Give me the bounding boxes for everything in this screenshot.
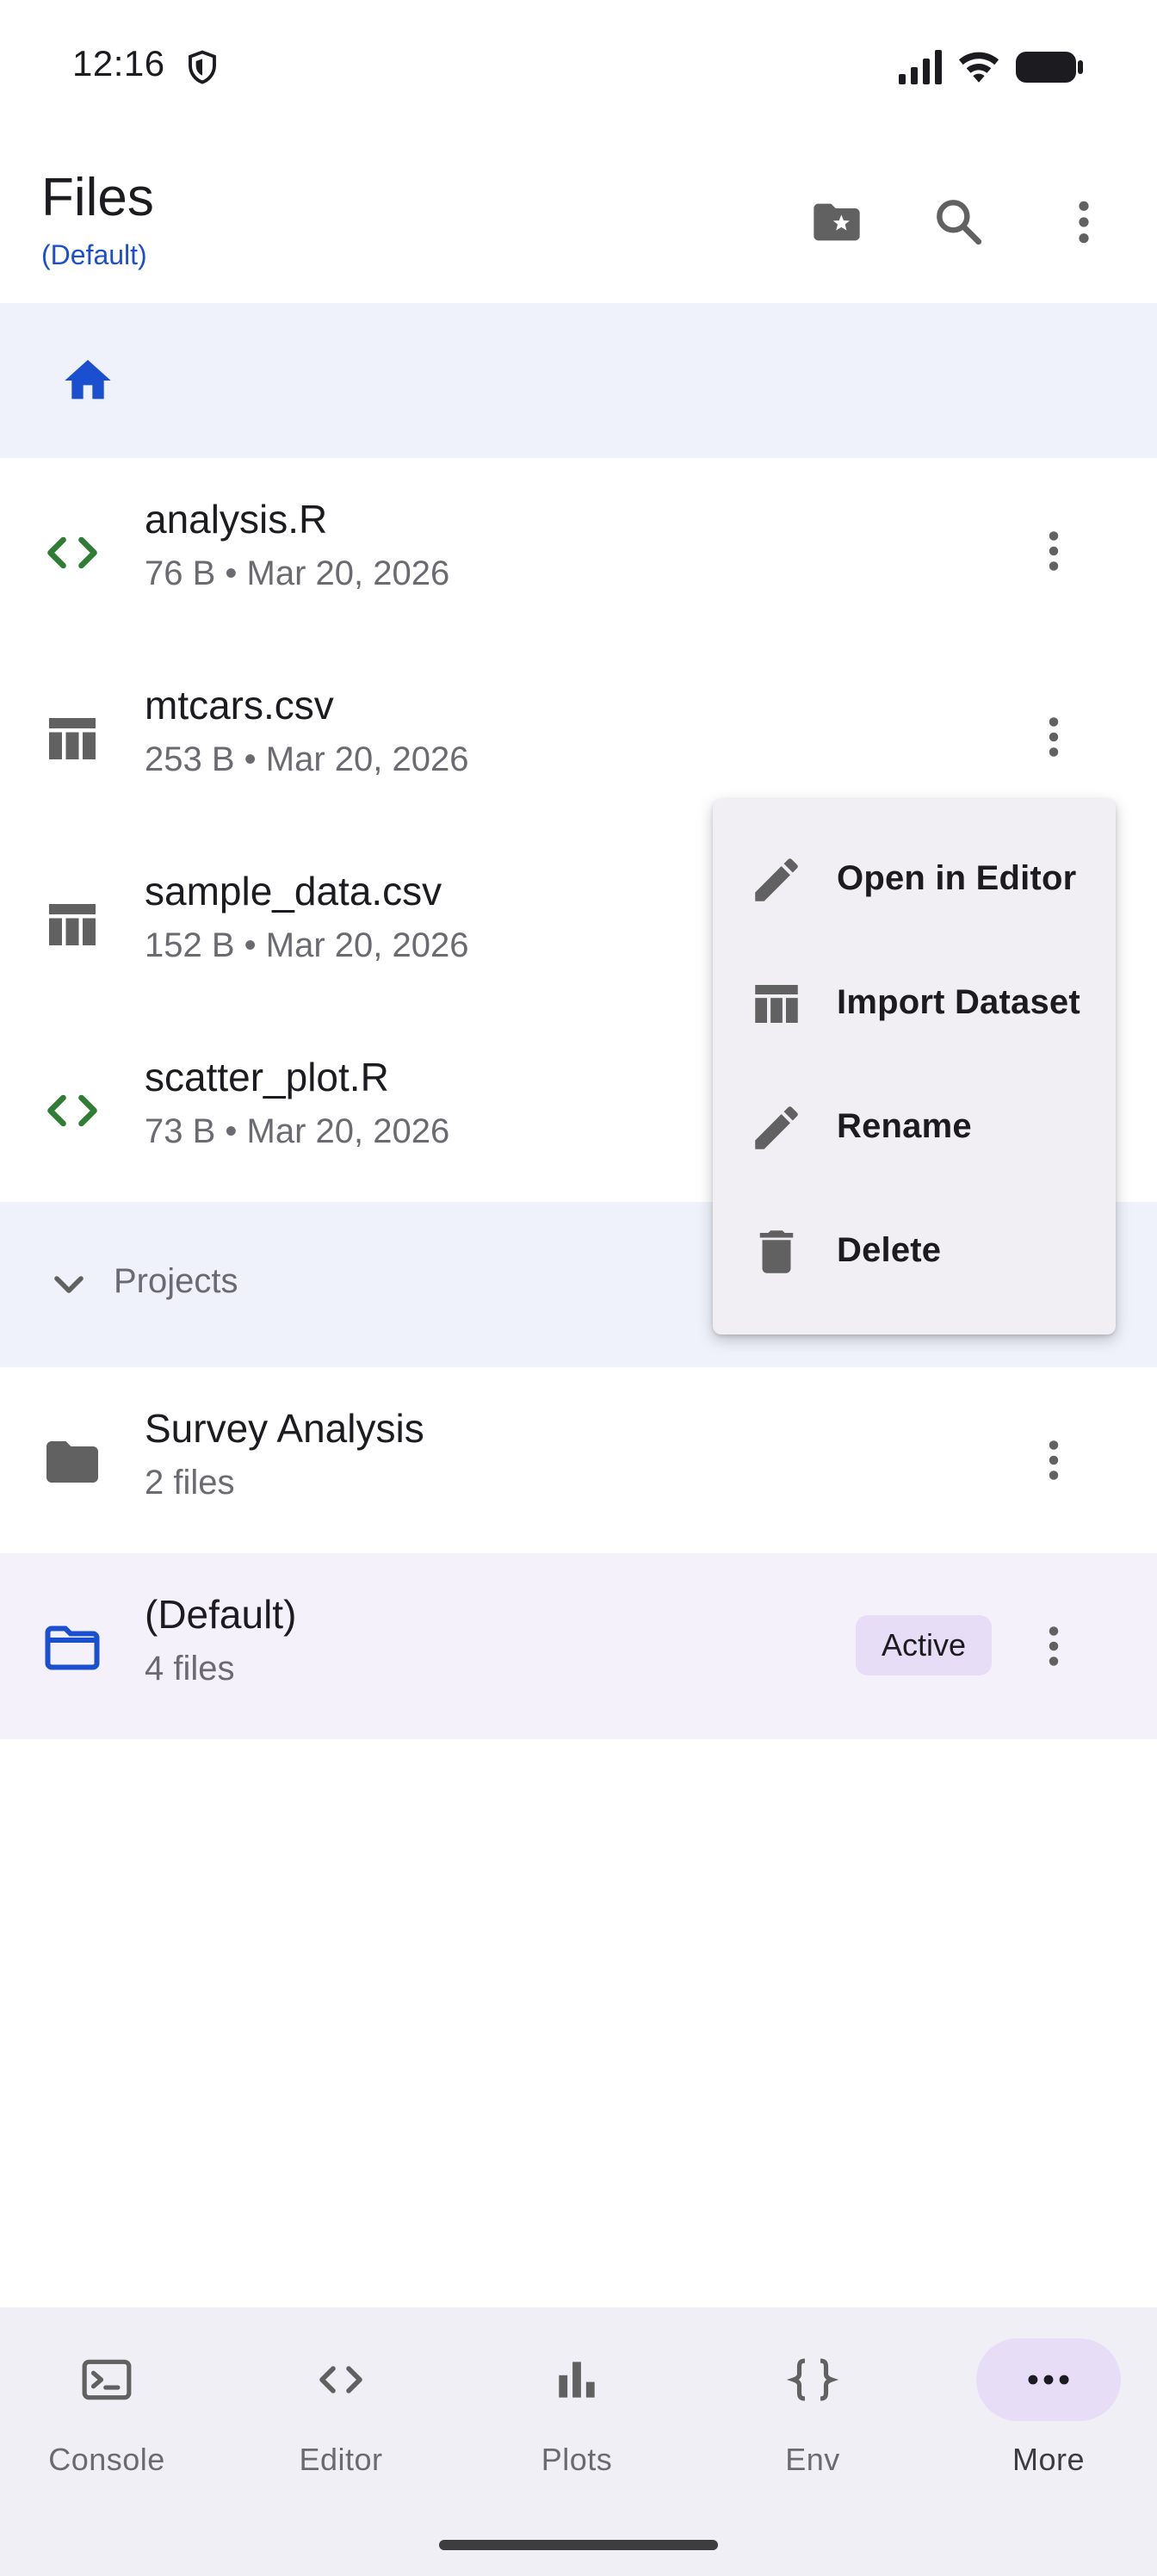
folder-icon <box>40 1429 105 1495</box>
nav-more[interactable]: More <box>945 2338 1152 2511</box>
project-row-active[interactable]: (Default) 4 files Active <box>0 1553 1157 1739</box>
nav-plots[interactable]: Plots <box>473 2338 680 2511</box>
more-vert-icon <box>1079 201 1089 244</box>
menu-item-label: Open in Editor <box>837 859 1077 897</box>
nav-console[interactable]: Console <box>3 2338 210 2511</box>
menu-item-label: Import Dataset <box>837 983 1080 1021</box>
project-menu-button[interactable] <box>1012 1605 1095 1687</box>
home-breadcrumb-button[interactable] <box>45 337 131 424</box>
file-name: scatter_plot.R <box>145 1055 389 1099</box>
file-menu-button[interactable] <box>1012 696 1095 778</box>
current-project-subtitle[interactable]: (Default) <box>41 239 147 271</box>
delete-icon <box>746 1221 807 1283</box>
file-meta: 253 B • Mar 20, 2026 <box>145 740 469 778</box>
nav-label: Env <box>785 2442 840 2477</box>
menu-item-open-in-editor[interactable]: Open in Editor <box>713 818 1116 942</box>
status-time: 12:16 <box>72 43 165 84</box>
menu-item-label: Delete <box>837 1231 942 1269</box>
edit-icon <box>746 849 807 911</box>
overflow-menu-button[interactable] <box>1043 181 1125 263</box>
nav-pill <box>269 2338 413 2421</box>
code-icon <box>319 2366 362 2393</box>
file-meta: 73 B • Mar 20, 2026 <box>145 1112 450 1150</box>
nav-editor[interactable]: Editor <box>238 2338 444 2511</box>
home-icon <box>65 360 111 399</box>
project-row[interactable]: Survey Analysis 2 files <box>0 1367 1157 1553</box>
breadcrumb <box>0 303 1157 458</box>
project-menu-button[interactable] <box>1012 1419 1095 1502</box>
more-vert-icon <box>1049 1626 1059 1666</box>
nav-label: More <box>1012 2442 1086 2477</box>
search-icon <box>937 200 982 245</box>
code-icon <box>40 520 105 585</box>
nav-pill-selected <box>976 2338 1121 2421</box>
file-menu-button[interactable] <box>1012 510 1095 592</box>
bar-chart-icon <box>559 2362 595 2398</box>
active-badge: Active <box>856 1615 992 1675</box>
menu-item-import-dataset[interactable]: Import Dataset <box>713 942 1116 1066</box>
file-name: sample_data.csv <box>145 869 442 913</box>
code-icon <box>40 1078 105 1143</box>
file-meta: 152 B • Mar 20, 2026 <box>145 926 469 964</box>
table-icon <box>40 892 105 957</box>
nav-env[interactable]: Env <box>709 2338 916 2511</box>
edit-icon <box>746 1097 807 1159</box>
braces-icon <box>786 2358 839 2401</box>
shield-icon <box>189 50 216 84</box>
project-meta: 4 files <box>145 1650 235 1687</box>
file-name: mtcars.csv <box>145 683 334 728</box>
menu-item-delete[interactable]: Delete <box>713 1190 1116 1314</box>
starred-folder-icon <box>814 203 860 241</box>
menu-item-rename[interactable]: Rename <box>713 1066 1116 1190</box>
project-name: (Default) <box>145 1592 297 1637</box>
battery-icon <box>1016 52 1083 83</box>
file-name: analysis.R <box>145 497 328 542</box>
status-bar: 12:16 <box>0 0 1157 138</box>
app-bar: Files (Default) <box>0 138 1157 303</box>
page-title: Files <box>41 168 154 227</box>
more-vert-icon <box>1049 531 1059 571</box>
projects-label: Projects <box>114 1262 238 1300</box>
nav-pill <box>34 2338 179 2421</box>
table-icon <box>746 973 807 1035</box>
project-name: Survey Analysis <box>145 1406 424 1451</box>
nav-label: Editor <box>299 2442 383 2477</box>
file-context-menu: Open in Editor Import Dataset Rename Del… <box>713 799 1116 1334</box>
menu-item-label: Rename <box>837 1107 972 1145</box>
nav-pill <box>740 2338 885 2421</box>
terminal-icon <box>82 2359 132 2400</box>
file-meta: 76 B • Mar 20, 2026 <box>145 554 450 592</box>
search-button[interactable] <box>918 181 1000 263</box>
project-meta: 2 files <box>145 1464 235 1502</box>
file-row[interactable]: analysis.R 76 B • Mar 20, 2026 <box>0 458 1157 644</box>
more-vert-icon <box>1049 717 1059 757</box>
signal-icon <box>899 50 942 84</box>
more-horiz-icon <box>1028 2375 1069 2385</box>
nav-pill <box>504 2338 649 2421</box>
more-vert-icon <box>1049 1440 1059 1480</box>
nav-label: Console <box>48 2442 165 2477</box>
folder-open-icon <box>40 1615 105 1681</box>
bottom-navigation: Console Editor Plots Env More <box>0 2307 1157 2576</box>
table-icon <box>40 706 105 771</box>
nav-label: Plots <box>541 2442 613 2477</box>
home-indicator[interactable] <box>439 2540 718 2550</box>
chevron-down-icon <box>54 1276 84 1293</box>
wifi-icon <box>958 52 999 83</box>
starred-folder-button[interactable] <box>795 181 878 263</box>
